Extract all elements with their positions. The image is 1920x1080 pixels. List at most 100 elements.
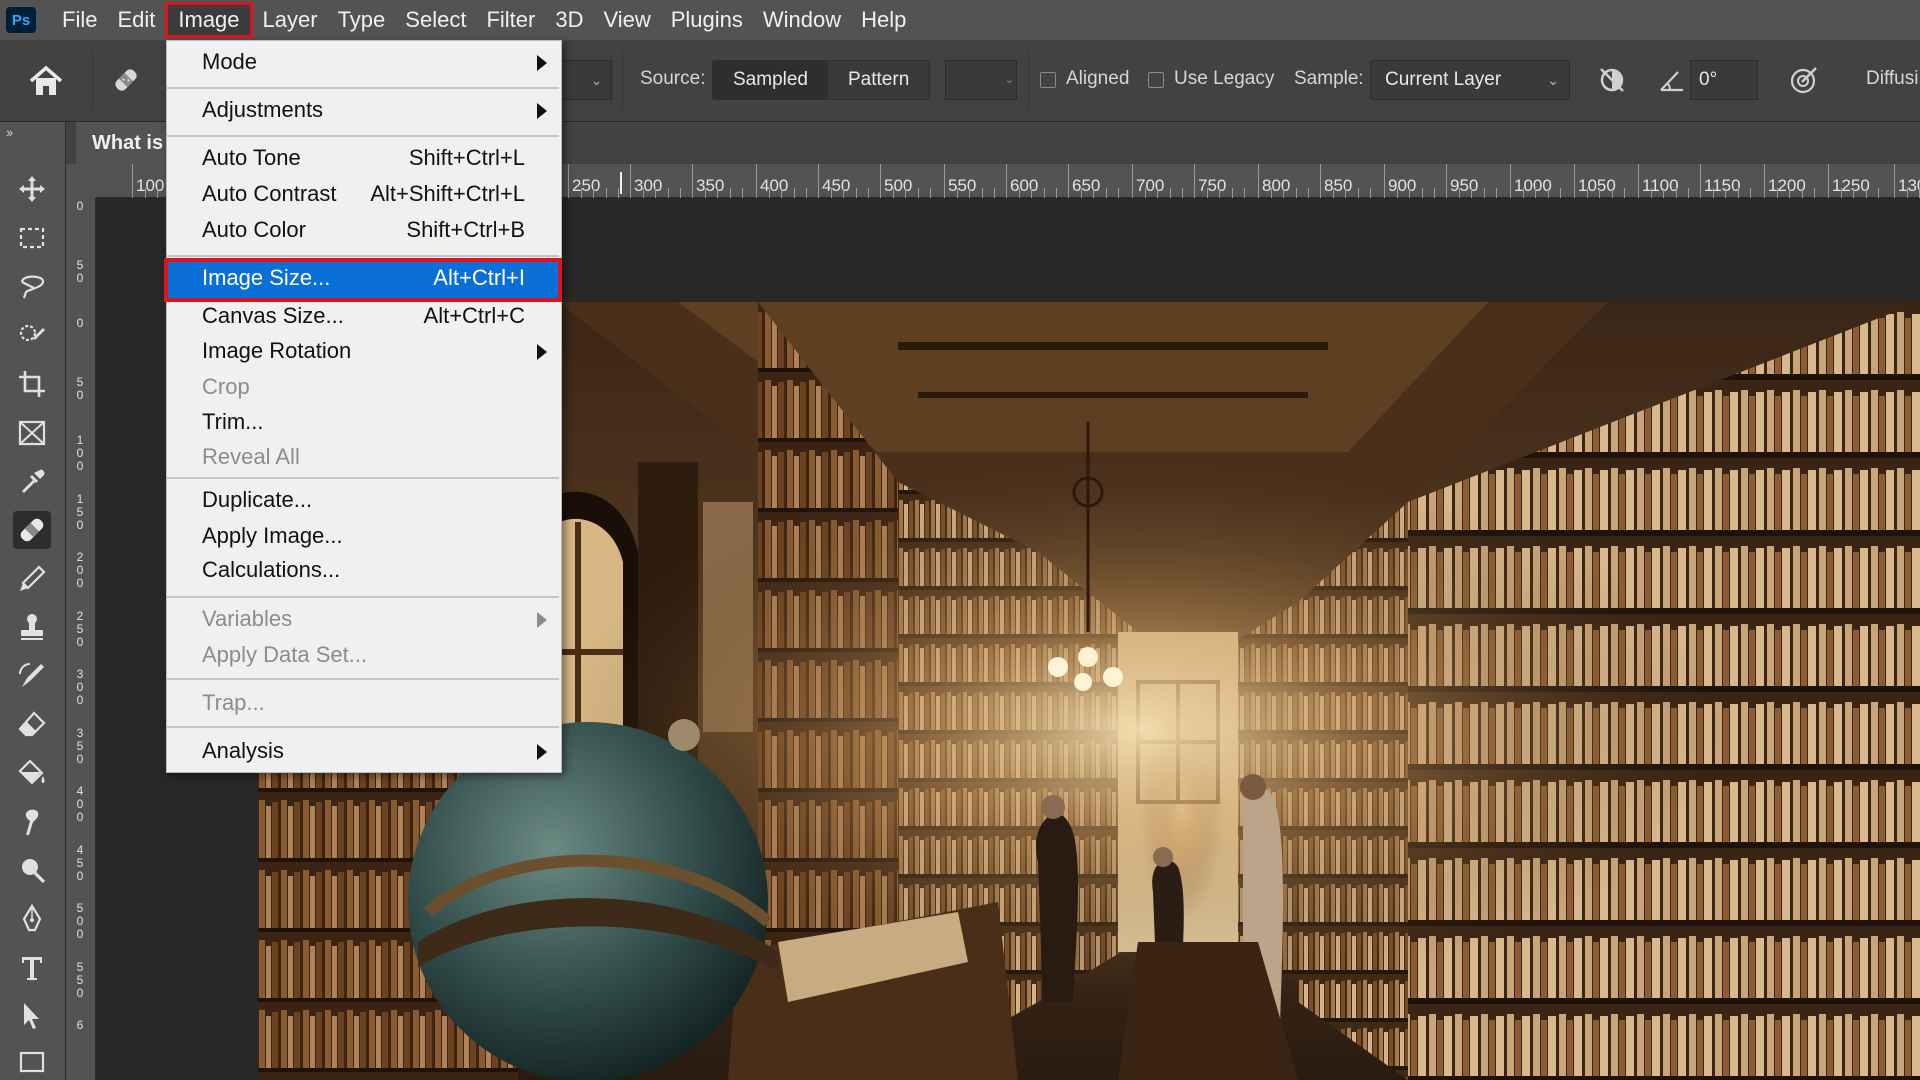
submenu-arrow-icon [537,612,547,628]
healing-brush-tool-icon[interactable] [13,511,51,549]
ruler-minor-tick [1737,188,1739,198]
menu-item-shortcut: Alt+Shift+Ctrl+L [370,181,525,206]
menu-3d[interactable]: 3D [545,2,593,38]
type-tool-icon[interactable] [13,949,51,987]
ruler-label: 1000 [1514,176,1552,195]
menu-view[interactable]: View [593,2,660,38]
menu-item-auto-tone[interactable]: Auto Tone Shift+Ctrl+L [167,141,559,175]
menu-item-apply-image[interactable]: Apply Image... [167,519,559,553]
pattern-button[interactable]: Pattern [828,61,930,99]
brush-tool-icon[interactable] [13,560,51,598]
menu-item-mode[interactable]: Mode [167,45,559,79]
pen-tool-icon[interactable] [13,900,51,938]
marquee-tool-icon[interactable] [13,219,51,257]
ruler-label: 3 5 0 [76,725,84,766]
healing-brush-preset-icon[interactable] [110,64,142,96]
angle-input[interactable]: 0° [1690,60,1758,100]
ruler-minor-tick [1308,188,1309,198]
ruler-label: 500 [884,176,913,195]
ruler-minor-tick [1283,188,1284,198]
ruler-minor-tick [1522,188,1524,198]
history-brush-tool-icon[interactable] [13,657,51,695]
quick-selection-tool-icon[interactable] [13,316,51,354]
brush-settings-dropdown[interactable]: ⌄ [560,60,612,100]
ruler-minor-tick [892,188,894,198]
sampled-button[interactable]: Sampled [713,61,828,99]
menu-item-adjustments[interactable]: Adjustments [167,93,559,127]
options-separator [1028,52,1029,110]
move-tool-icon[interactable] [13,170,51,208]
menu-item-image-rotation[interactable]: Image Rotation [167,334,559,368]
ruler-minor-tick [1182,188,1183,198]
ruler-label: 0 [76,316,84,330]
ruler-minor-tick [1853,188,1854,198]
menu-bar: Ps File Edit Image Layer Type Select Fil… [0,0,1920,40]
ruler-label: 550 [948,176,977,195]
menu-layer[interactable]: Layer [253,2,328,38]
frame-tool-icon[interactable] [13,414,51,452]
ignore-adjustment-layers-icon[interactable] [1596,64,1628,96]
ruler-label: 6 [76,1018,84,1032]
smudge-tool-icon[interactable] [13,803,51,841]
menu-separator [167,726,559,728]
ruler-major-tick [880,164,881,198]
eyedropper-tool-icon[interactable] [13,462,51,500]
crop-tool-icon[interactable] [13,365,51,403]
pressure-size-icon[interactable] [1788,64,1820,96]
ruler-minor-tick [1496,188,1497,198]
ruler-minor-tick [1409,188,1410,198]
ruler-major-tick [1258,164,1259,198]
menu-item-analysis[interactable]: Analysis [167,734,559,768]
collapse-panel-icon[interactable]: ›› [6,124,13,140]
menu-item-label: Trim... [202,409,264,434]
menu-item-trim[interactable]: Trim... [167,405,559,439]
menu-window[interactable]: Window [753,2,851,38]
menu-item-duplicate[interactable]: Duplicate... [167,483,559,517]
menu-help[interactable]: Help [851,2,916,38]
pattern-picker[interactable]: ⌄ [945,60,1017,100]
paint-bucket-tool-icon[interactable] [13,754,51,792]
menu-item-auto-contrast[interactable]: Auto Contrast Alt+Shift+Ctrl+L [167,177,559,211]
ruler-major-tick [1068,164,1069,198]
path-selection-tool-icon[interactable] [13,997,51,1035]
menu-filter[interactable]: Filter [476,2,545,38]
menu-separator [167,678,559,680]
menu-item-label: Canvas Size... [202,303,344,328]
ruler-minor-tick [704,188,706,198]
ruler-major-tick [756,164,757,198]
menu-image[interactable]: Image [165,2,253,38]
menu-item-auto-color[interactable]: Auto Color Shift+Ctrl+B [167,213,559,247]
ruler-major-tick [1194,164,1195,198]
ruler-minor-tick [1712,188,1714,198]
ruler-label: 350 [696,176,725,195]
dodge-tool-icon[interactable] [13,851,51,889]
menu-separator [167,255,559,257]
menu-plugins[interactable]: Plugins [661,2,753,38]
ruler-minor-tick [605,188,607,198]
menu-file[interactable]: File [52,2,107,38]
ruler-minor-tick [930,188,931,198]
ruler-minor-tick [1814,188,1815,198]
ruler-label: 5 0 0 [76,901,84,941]
menu-item-image-size[interactable]: Image Size... Alt+Ctrl+I [164,258,562,302]
eraser-tool-icon[interactable] [13,705,51,743]
ruler-major-tick [630,164,631,198]
aligned-checkbox[interactable] [1040,72,1056,88]
ruler-label: 800 [1262,176,1291,195]
ruler-minor-tick [1650,188,1652,198]
home-icon[interactable] [28,64,64,98]
rectangle-tool-icon[interactable] [13,1042,51,1080]
menu-select[interactable]: Select [395,2,476,38]
ruler-major-tick [1764,164,1765,198]
clone-stamp-tool-icon[interactable] [13,608,51,646]
menu-edit[interactable]: Edit [107,2,165,38]
ruler-major-tick [1894,164,1895,198]
menu-item-canvas-size[interactable]: Canvas Size... Alt+Ctrl+C [167,299,559,333]
use-legacy-checkbox[interactable] [1148,72,1164,88]
menu-item-label: Trap... [202,690,265,715]
sample-select[interactable]: Current Layer ⌄ [1370,60,1570,100]
lasso-tool-icon[interactable] [13,267,51,305]
menu-type[interactable]: Type [328,2,396,38]
ruler-minor-tick [593,188,594,198]
menu-item-calculations[interactable]: Calculations... [167,553,559,587]
